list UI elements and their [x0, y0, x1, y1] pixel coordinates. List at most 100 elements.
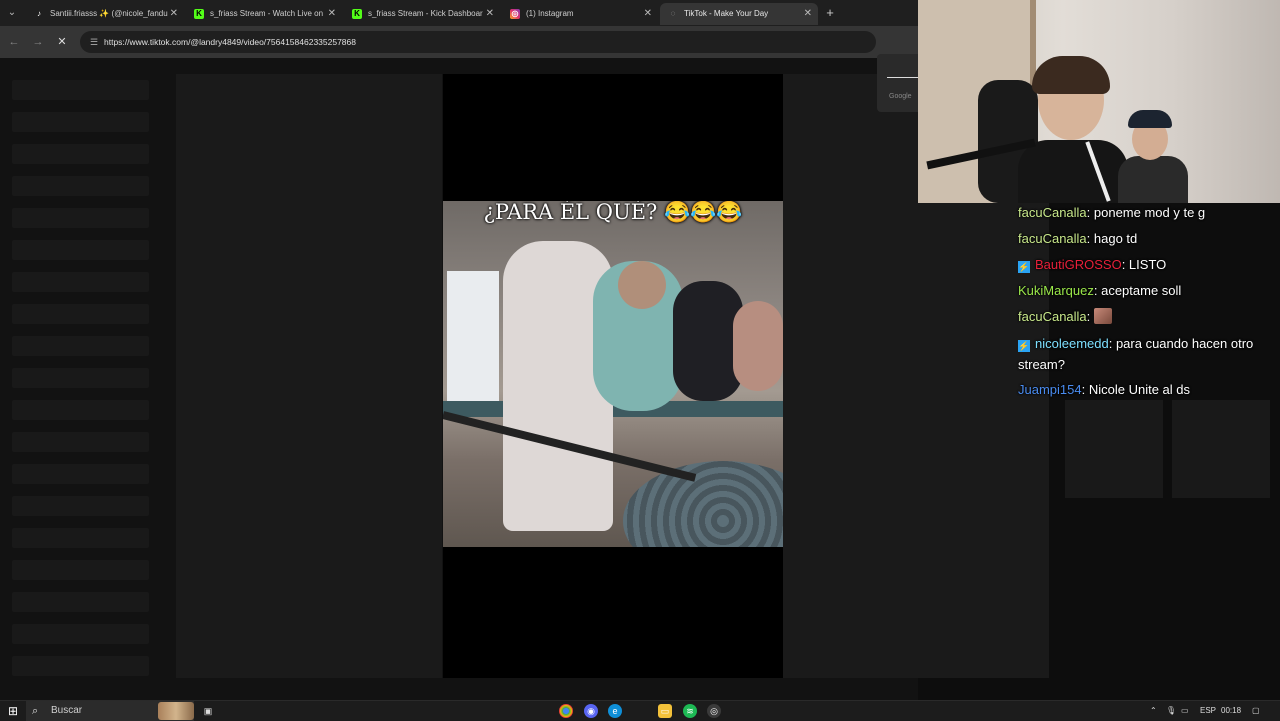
chat-message: facuCanalla: [1013, 304, 1280, 330]
notifications-icon[interactable]: ▢ [1252, 701, 1260, 721]
tiktok-page: ¿PARA ÉL QUÉ? 😂😂😂 Google [0, 54, 1049, 700]
new-tab-plus-icon[interactable]: + [822, 5, 838, 21]
browser-tab-active[interactable]: ◌ TikTok - Make Your Day ✕ [660, 3, 818, 25]
chat-message: Juampi154: Nicole Unite al ds [1013, 377, 1280, 403]
close-tab-icon[interactable]: ✕ [486, 3, 494, 25]
video-player[interactable]: ¿PARA ÉL QUÉ? 😂😂😂 [443, 74, 783, 678]
stream-chat: facuCanalla: poneme mod y te g facuCanall… [1013, 200, 1280, 403]
browser-toolbar: ← → ✕ ☰ https://www.tiktok.com/@landry48… [0, 26, 918, 58]
close-tab-icon[interactable]: ✕ [804, 3, 812, 25]
google-signin-popup[interactable]: Google [877, 54, 918, 112]
forward-arrow-icon[interactable]: → [30, 34, 46, 50]
webcam-guest-cap [1128, 110, 1172, 128]
obs-icon[interactable]: ◎ [707, 704, 721, 718]
chat-placeholder-block [1065, 400, 1163, 498]
browser-tab[interactable]: K s_friass Stream - Kick Dashboar ✕ [344, 3, 500, 25]
chat-message: KukiMarquez: aceptame soll [1013, 278, 1280, 304]
tab-title: s_friass Stream - Kick Dashboar [368, 9, 483, 18]
chat-text: : [1086, 309, 1091, 324]
video-frame[interactable]: ¿PARA ÉL QUÉ? 😂😂😂 [443, 201, 783, 547]
skeleton-row [12, 592, 149, 612]
stop-loading-icon[interactable]: ✕ [54, 34, 70, 50]
chat-username[interactable]: Juampi154 [1018, 382, 1082, 397]
webcam-guest-body [1118, 156, 1188, 203]
tab-title: (1) Instagram [526, 9, 574, 18]
address-bar[interactable]: ☰ https://www.tiktok.com/@landry4849/vid… [80, 31, 876, 53]
browser-tab[interactable]: K s_friass Stream - Watch Live on ✕ [186, 3, 342, 25]
chrome-icon[interactable] [559, 704, 573, 718]
chat-message: facuCanalla: hago td [1013, 226, 1280, 252]
site-info-icon[interactable]: ☰ [87, 35, 101, 49]
chat-placeholder-block [1172, 400, 1270, 498]
webcam-streamer-body [1018, 140, 1128, 203]
webcam-streamer-hair [1032, 56, 1110, 94]
skeleton-row [12, 144, 149, 164]
chat-text: : Nicole Unite al ds [1081, 382, 1190, 397]
skeleton-row [12, 400, 149, 420]
tab-title: s_friass Stream - Watch Live on [210, 9, 324, 18]
skeleton-row [12, 272, 149, 292]
skeleton-row [12, 208, 149, 228]
skeleton-row [12, 240, 149, 260]
tiktok-icon: ♪ [37, 9, 41, 18]
close-tab-icon[interactable]: ✕ [328, 3, 336, 25]
skeleton-row [12, 624, 149, 644]
windows-start-icon[interactable]: ⊞ [6, 704, 20, 718]
windows-taskbar: ⊞ ⌕ Buscar ▣ ◉ e ▭ ≋ ◎ ⌃ 🎙 ▭ ESP 00:18 ▢ [0, 700, 1280, 721]
left-loading-panel [176, 74, 442, 678]
skeleton-row [12, 176, 149, 196]
back-arrow-icon[interactable]: ← [6, 34, 22, 50]
taskbar-search[interactable]: ⌕ Buscar [26, 701, 194, 721]
chat-emote-icon [1093, 308, 1112, 324]
skeleton-row [12, 304, 149, 324]
chat-username[interactable]: facuCanalla [1018, 231, 1087, 246]
task-view-icon[interactable]: ▣ [201, 704, 215, 718]
network-icon[interactable]: ▭ [1181, 701, 1189, 721]
url-text[interactable]: https://www.tiktok.com/@landry4849/video… [104, 31, 356, 53]
language-indicator[interactable]: ESP [1200, 701, 1216, 721]
file-explorer-icon[interactable]: ▭ [658, 704, 672, 718]
close-tab-icon[interactable]: ✕ [644, 3, 652, 25]
chat-username[interactable]: KukiMarquez [1018, 283, 1094, 298]
skeleton-row [12, 656, 149, 676]
subscriber-badge-icon: ⚡ [1018, 340, 1030, 352]
browser-tab[interactable]: ♪ Santiii.friasss ✨ (@nicole_fandu ✕ [26, 3, 184, 25]
video-person-head [618, 261, 666, 309]
edge-icon[interactable]: e [608, 704, 622, 718]
chat-username[interactable]: nicoleemedd [1035, 336, 1109, 351]
microphone-icon[interactable]: 🎙 [1166, 701, 1176, 721]
chat-username[interactable]: facuCanalla [1018, 309, 1087, 324]
instagram-icon: ◎ [510, 9, 520, 19]
skeleton-row [12, 496, 149, 516]
kick-icon: K [352, 9, 362, 19]
skeleton-row [12, 464, 149, 484]
skeleton-row [12, 80, 149, 100]
tab-title: TikTok - Make Your Day [684, 9, 769, 18]
close-tab-icon[interactable]: ✕ [170, 3, 178, 25]
chat-username[interactable]: facuCanalla [1018, 205, 1087, 220]
skeleton-row [12, 528, 149, 548]
tab-search-chevron-icon[interactable]: ⌄ [4, 5, 20, 21]
tray-chevron-icon[interactable]: ⌃ [1150, 701, 1157, 721]
chat-username[interactable]: BautiGROSSO [1035, 257, 1122, 272]
skeleton-row [12, 432, 149, 452]
spotify-icon[interactable]: ≋ [683, 704, 697, 718]
popup-divider [887, 77, 918, 78]
video-person [733, 301, 783, 391]
tab-title: Santiii.friasss ✨ (@nicole_fandu [50, 9, 168, 18]
chat-text: : LISTO [1121, 257, 1167, 272]
skeleton-row [12, 336, 149, 356]
clock[interactable]: 00:18 [1221, 701, 1241, 721]
discord-icon[interactable]: ◉ [584, 704, 598, 718]
chat-message: ⚡ BautiGROSSO: LISTO [1013, 252, 1280, 278]
chat-text: : hago td [1086, 231, 1138, 246]
loading-icon: ◌ [670, 9, 676, 18]
browser-tab[interactable]: ◎ (1) Instagram ✕ [502, 3, 658, 25]
popup-label: Google [889, 93, 912, 100]
browser-tab-strip: ⌄ ♪ Santiii.friasss ✨ (@nicole_fandu ✕ K… [0, 0, 918, 26]
kick-icon: K [194, 9, 204, 19]
video-caption: ¿PARA ÉL QUÉ? 😂😂😂 [483, 201, 743, 224]
subscriber-badge-icon: ⚡ [1018, 261, 1030, 273]
webcam-overlay [918, 0, 1280, 203]
skeleton-row [12, 112, 149, 132]
